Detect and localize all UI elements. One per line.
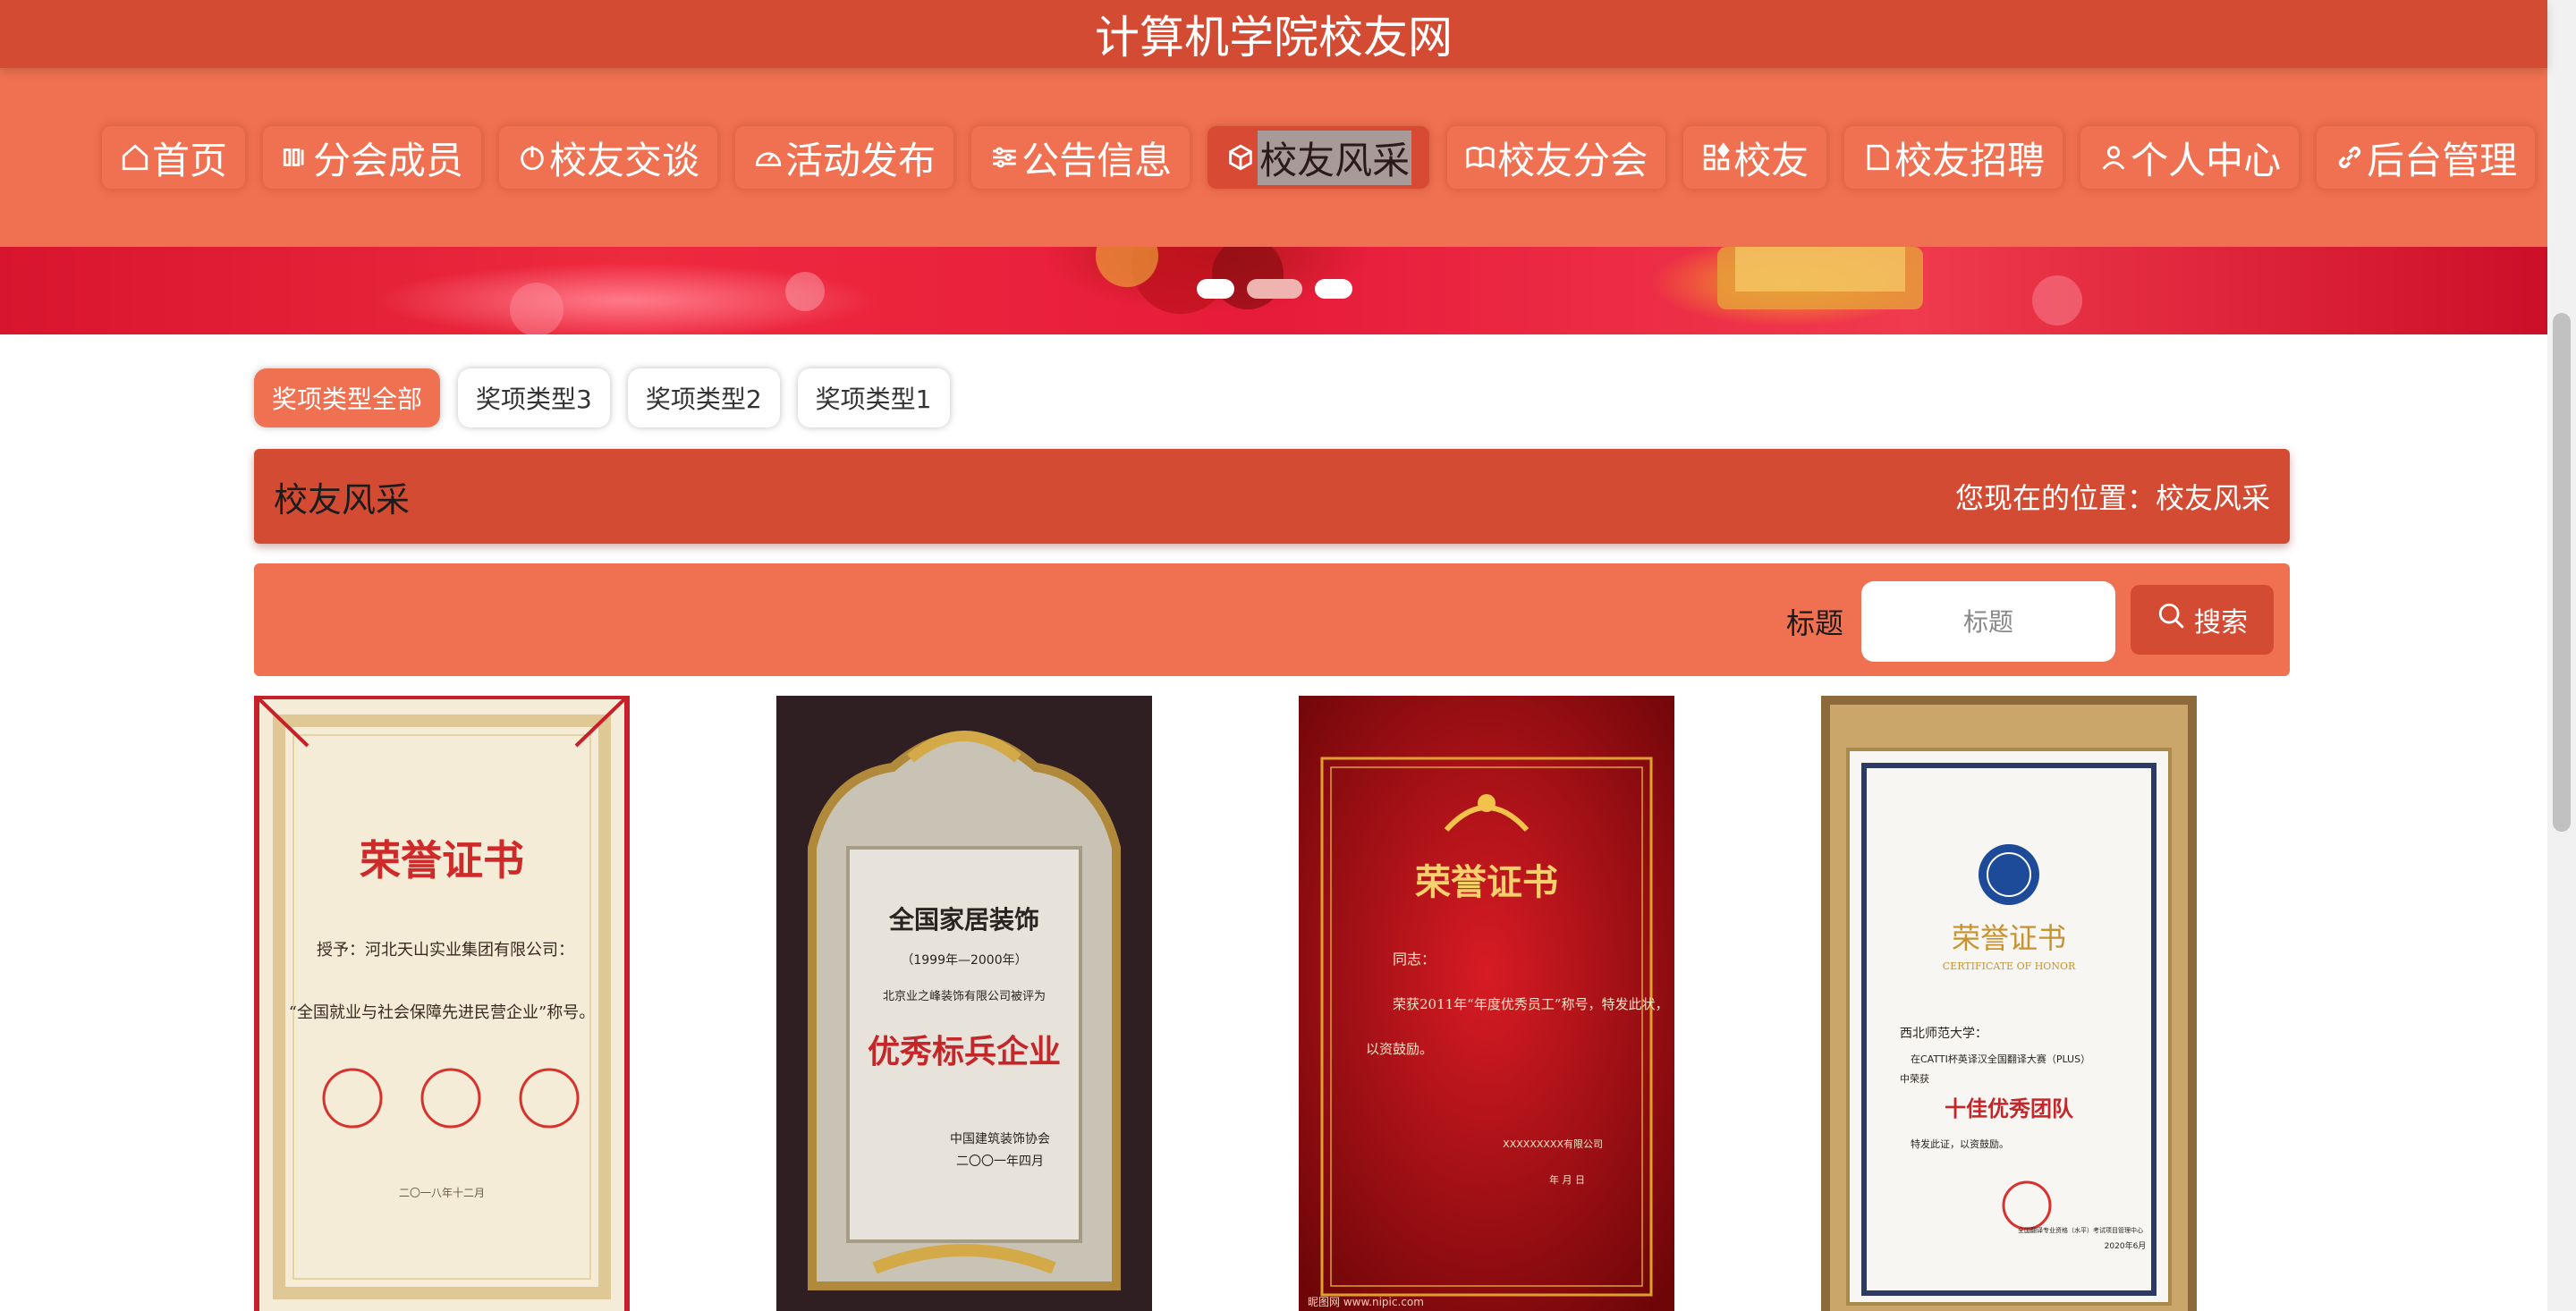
nav-alumni-showcase-label: 校友风采 <box>1258 130 1412 185</box>
search-label: 标题 <box>1786 606 1844 640</box>
certificate-date: 二〇〇一年四月 <box>956 1155 1044 1169</box>
certificate-card[interactable]: 荣誉证书 授予：河北天山实业集团有限公司： “全国就业与社会保障先进民营企业”称… <box>254 696 630 1311</box>
user-icon <box>2098 142 2129 173</box>
nav-home[interactable]: 首页 <box>102 126 246 189</box>
award-type-filters: 奖项类型全部 奖项类型3 奖项类型2 奖项类型1 <box>254 368 950 427</box>
carousel-dot-1[interactable] <box>1197 279 1234 299</box>
certificate-issuer: 全国翻译专业资格（水平）考试项目管理中心 <box>2018 1226 2143 1234</box>
main-nav: 首页 分会成员 校友交谈 活动发布 公告信息 校友风采 校友分会 校友 校友招聘… <box>0 68 2547 247</box>
nav-announcements[interactable]: 公告信息 <box>971 126 1191 189</box>
certificate-date: 年 月 日 <box>1549 1173 1585 1186</box>
certificate-image: 荣誉证书 授予：河北天山实业集团有限公司： “全国就业与社会保障先进民营企业”称… <box>254 696 630 1311</box>
scrollbar-thumb[interactable] <box>2553 313 2571 832</box>
certificate-heading: 荣誉证书 <box>360 836 524 884</box>
cube-icon <box>1225 142 1256 173</box>
nav-announcements-label: 公告信息 <box>1021 138 1173 182</box>
search-input[interactable] <box>1861 581 2115 662</box>
site-title: 计算机学院校友网 <box>1095 12 1453 63</box>
power-icon <box>517 142 547 173</box>
nav-alumni-label: 校友 <box>1733 138 1809 182</box>
certificate-body: 北京业之峰装饰有限公司被评为 <box>883 990 1046 1003</box>
search-button[interactable]: 搜索 <box>2131 585 2274 655</box>
sliders-icon <box>989 142 1020 173</box>
nav-activities[interactable]: 活动发布 <box>735 126 954 189</box>
filter-type-1[interactable]: 奖项类型1 <box>797 368 950 427</box>
certificate-award: 优秀标兵企业 <box>868 1033 1061 1070</box>
certificate-heading: 荣誉证书 <box>1415 861 1558 903</box>
section-header: 校友风采 您现在的位置：校友风采 <box>254 449 2290 544</box>
certificate-recipient: 授予：河北天山实业集团有限公司： <box>317 941 574 960</box>
certificate-award: 十佳优秀团队 <box>1945 1095 2074 1121</box>
certificate-body: 在CATTI杯英译汉全国翻译大赛（PLUS） <box>1911 1053 2090 1065</box>
certificate-card[interactable]: 荣誉证书 同志： 荣获2011年“年度优秀员工”称号，特发此状， 以资鼓励。 X… <box>1299 696 1674 1311</box>
nav-recruitment-label: 校友招聘 <box>1894 138 2046 182</box>
filter-type-2[interactable]: 奖项类型2 <box>627 368 780 427</box>
nav-profile[interactable]: 个人中心 <box>2080 126 2300 189</box>
nav-activities-label: 活动发布 <box>785 138 936 182</box>
carousel-dot-2[interactable] <box>1247 279 1302 299</box>
nav-branches-label: 校友分会 <box>1497 138 1648 182</box>
carousel-indicators <box>1197 279 1352 299</box>
certificate-heading: 全国家居装饰 <box>888 905 1039 935</box>
certificate-date: 二〇一八年十二月 <box>399 1187 485 1199</box>
certificate-recipient: 同志： <box>1393 951 1436 968</box>
certificate-card[interactable]: 荣誉证书 CERTIFICATE OF HONOR 西北师范大学： 在CATTI… <box>1821 696 2197 1311</box>
nav-alumni[interactable]: 校友 <box>1683 126 1827 189</box>
certificate-period: （1999年—2000年） <box>901 953 1027 968</box>
carousel-dot-3[interactable] <box>1315 279 1352 299</box>
banner-carousel <box>0 247 2547 334</box>
document-icon <box>1862 142 1893 173</box>
nav-profile-label: 个人中心 <box>2131 138 2282 182</box>
search-bar: 标题 搜索 <box>254 563 2290 676</box>
certificate-note: 特发此证，以资鼓励。 <box>1911 1138 2009 1150</box>
nav-admin[interactable]: 后台管理 <box>2317 126 2536 189</box>
nav-members[interactable]: 分会成员 <box>263 126 482 189</box>
search-button-label: 搜索 <box>2194 607 2248 639</box>
nav-home-label: 首页 <box>152 138 228 182</box>
certificate-body-2: 以资鼓励。 <box>1366 1041 1433 1057</box>
nav-admin-label: 后台管理 <box>2367 138 2518 182</box>
certificate-image: 荣誉证书 CERTIFICATE OF HONOR 西北师范大学： 在CATTI… <box>1821 696 2197 1311</box>
page-title: 校友风采 <box>274 479 411 520</box>
watermark: 昵图网 www.nipic.com <box>1308 1296 1424 1308</box>
certificate-issuer: XXXXXXXXX有限公司 <box>1503 1138 1603 1150</box>
nav-alumni-showcase[interactable]: 校友风采 <box>1208 126 1430 189</box>
grid-icon <box>1701 142 1732 173</box>
members-icon <box>281 142 311 173</box>
nav-members-label: 分会成员 <box>313 138 464 182</box>
nav-branches[interactable]: 校友分会 <box>1447 126 1666 189</box>
certificate-heading: 荣誉证书 <box>1952 921 2066 955</box>
filter-type-3[interactable]: 奖项类型3 <box>458 368 610 427</box>
book-icon <box>1465 142 1496 173</box>
nav-recruitment[interactable]: 校友招聘 <box>1844 126 2063 189</box>
link-icon <box>2334 142 2365 173</box>
filter-all[interactable]: 奖项类型全部 <box>254 368 441 427</box>
certificate-image: 全国家居装饰 （1999年—2000年） 北京业之峰装饰有限公司被评为 优秀标兵… <box>776 696 1152 1311</box>
certificate-recipient: 西北师范大学： <box>1900 1026 1987 1041</box>
page-scrollbar[interactable] <box>2547 0 2576 1311</box>
certificate-gallery: 荣誉证书 授予：河北天山实业集团有限公司： “全国就业与社会保障先进民营企业”称… <box>254 696 2290 1311</box>
certificate-body: 荣获2011年“年度优秀员工”称号，特发此状， <box>1393 996 1669 1012</box>
certificate-body: “全国就业与社会保障先进民营企业”称号。 <box>289 1003 595 1022</box>
certificate-body-2: 中荣获 <box>1900 1073 1929 1085</box>
nav-chat[interactable]: 校友交谈 <box>499 126 718 189</box>
certificate-date: 2020年6月 <box>2105 1240 2147 1251</box>
breadcrumb: 您现在的位置：校友风采 <box>1954 481 2270 515</box>
certificate-card[interactable]: 全国家居装饰 （1999年—2000年） 北京业之峰装饰有限公司被评为 优秀标兵… <box>776 696 1152 1311</box>
certificate-issuer: 中国建筑装饰协会 <box>950 1132 1050 1146</box>
nav-chat-label: 校友交谈 <box>549 138 700 182</box>
gauge-icon <box>753 142 784 173</box>
home-icon <box>120 142 150 173</box>
search-icon <box>2157 601 2187 639</box>
site-header: 计算机学院校友网 <box>0 0 2547 68</box>
certificate-subheading: CERTIFICATE OF HONOR <box>1943 960 2076 972</box>
certificate-image: 荣誉证书 同志： 荣获2011年“年度优秀员工”称号，特发此状， 以资鼓励。 X… <box>1299 696 1674 1311</box>
